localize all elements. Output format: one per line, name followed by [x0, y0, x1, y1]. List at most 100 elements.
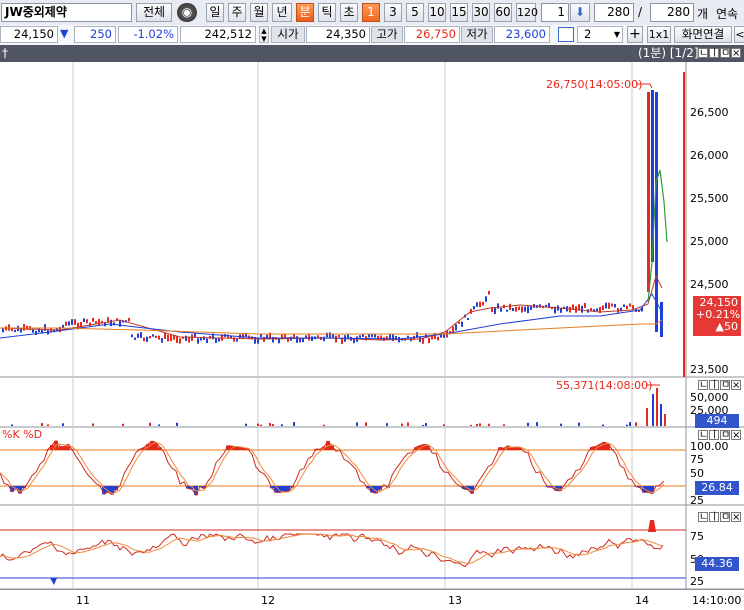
- candle: [500, 308, 502, 312]
- header-minimize-button[interactable]: ㄴ: [698, 48, 708, 58]
- volume-spike-bar: [660, 404, 662, 426]
- chart-canvas[interactable]: 26,750(14:05:00) 55,371(14:08:00) %K %D: [0, 62, 744, 609]
- rsi-close-button[interactable]: ×: [731, 512, 741, 522]
- continuous-label[interactable]: 연속: [716, 5, 744, 22]
- candle: [623, 304, 625, 307]
- arrow-down-icon[interactable]: ⬇: [570, 3, 590, 22]
- volume-tick-50000: 50,000: [690, 391, 729, 404]
- candle: [86, 319, 88, 323]
- rsi-maximize-button[interactable]: ㅁ: [720, 512, 730, 522]
- candle: [8, 324, 10, 330]
- candle: [602, 305, 604, 310]
- volume-bar: [176, 423, 178, 426]
- layout-icon[interactable]: [558, 27, 574, 42]
- header-split-button[interactable]: ㅣ: [709, 48, 719, 58]
- badge-change: ▲50: [696, 321, 738, 333]
- high-value: 26,750: [404, 26, 460, 43]
- spike-candle: [655, 92, 658, 332]
- stoch-maximize-button[interactable]: ㅁ: [720, 430, 730, 440]
- candle: [68, 321, 70, 325]
- count-input[interactable]: 1: [541, 3, 569, 22]
- volume-bar: [476, 424, 478, 426]
- volume-bar: [488, 424, 490, 426]
- candle: [515, 307, 517, 312]
- chart-header-fragment: †: [2, 45, 8, 62]
- stoch-minimize-button[interactable]: ㄴ: [698, 430, 708, 440]
- volume-bar: [479, 423, 481, 426]
- candle: [323, 337, 325, 341]
- volume-bar: [92, 423, 94, 426]
- tab-week[interactable]: 주: [228, 3, 246, 22]
- candle: [14, 330, 16, 332]
- volume-bar: [269, 423, 271, 426]
- screen-link-button[interactable]: 화면연결: [674, 26, 732, 43]
- header-maximize-button[interactable]: ㅁ: [720, 48, 730, 58]
- tab-month[interactable]: 월: [250, 3, 268, 22]
- stoch-overbought-fill: [62, 447, 66, 450]
- candle: [479, 302, 481, 308]
- minute-option-3[interactable]: 3: [384, 3, 402, 22]
- scroll-left-button[interactable]: <: [734, 26, 744, 43]
- tab-year[interactable]: 년: [272, 3, 292, 22]
- volume-spinner-icon[interactable]: ▲▼: [259, 26, 269, 43]
- refresh-icon[interactable]: ◉: [177, 3, 197, 22]
- volume-bar: [293, 422, 295, 426]
- volume-bar: [47, 424, 49, 426]
- candle: [167, 335, 169, 342]
- layout-select[interactable]: 2▼: [577, 26, 623, 43]
- tab-day[interactable]: 일: [206, 3, 224, 22]
- volume-minimize-button[interactable]: ㄴ: [698, 380, 708, 390]
- candle: [296, 336, 298, 343]
- tab-minute[interactable]: 분: [296, 3, 314, 22]
- candle: [161, 338, 163, 343]
- candle: [608, 303, 610, 309]
- rsi-minimize-button[interactable]: ㄴ: [698, 512, 708, 522]
- candle: [527, 306, 529, 313]
- candle: [512, 308, 514, 311]
- minute-option-15[interactable]: 15: [450, 3, 468, 22]
- minute-option-10[interactable]: 10: [428, 3, 446, 22]
- candle: [581, 306, 583, 313]
- candle: [98, 319, 100, 325]
- stock-name-input[interactable]: JW중외제약: [1, 3, 132, 22]
- rsi-split-button[interactable]: ㅣ: [709, 512, 719, 522]
- chevron-down-icon: ▼: [614, 27, 620, 42]
- all-button[interactable]: 전체: [136, 3, 172, 22]
- candle: [119, 321, 121, 327]
- candle: [152, 334, 154, 336]
- volume-bar: [62, 423, 64, 426]
- candle: [131, 334, 133, 337]
- candle: [560, 308, 562, 313]
- stoch-close-button[interactable]: ×: [731, 430, 741, 440]
- rsi-badge: 44.36: [695, 557, 739, 571]
- candle: [428, 338, 430, 343]
- candle: [65, 322, 67, 326]
- candle: [497, 303, 499, 308]
- stoch-split-button[interactable]: ㅣ: [709, 430, 719, 440]
- minute-option-60[interactable]: 60: [494, 3, 512, 22]
- tab-second[interactable]: 초: [340, 3, 358, 22]
- minute-option-5[interactable]: 5: [406, 3, 424, 22]
- minute-option-30[interactable]: 30: [472, 3, 490, 22]
- tab-tick[interactable]: 틱: [318, 3, 336, 22]
- high-volume-annotation: 55,371(14:08:00): [556, 379, 652, 392]
- volume-close-button[interactable]: ×: [731, 380, 741, 390]
- range-start-input[interactable]: 280: [594, 3, 634, 22]
- view-1x1-button[interactable]: 1x1: [647, 26, 671, 43]
- candle: [308, 334, 310, 341]
- candle: [302, 338, 304, 342]
- volume-bar: [536, 422, 538, 426]
- add-button[interactable]: +: [627, 26, 643, 43]
- volume-split-button[interactable]: ㅣ: [709, 380, 719, 390]
- minute-option-120[interactable]: 120: [516, 3, 536, 22]
- stochastic-title: %K %D: [2, 428, 42, 441]
- header-close-button[interactable]: ×: [731, 48, 741, 58]
- volume-maximize-button[interactable]: ㅁ: [720, 380, 730, 390]
- minute-option-1[interactable]: 1: [362, 3, 380, 22]
- stoch-tick-50: 50: [690, 467, 704, 480]
- candle: [389, 334, 391, 339]
- range-end-input[interactable]: 280: [650, 3, 694, 22]
- candle: [569, 307, 571, 313]
- candle: [140, 332, 142, 338]
- candle: [83, 318, 85, 322]
